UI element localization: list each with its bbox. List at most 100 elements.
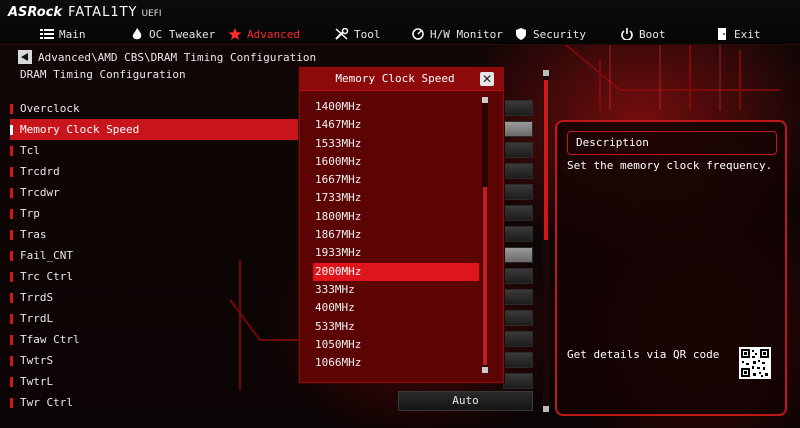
scroll-up-arrow-icon[interactable] bbox=[482, 97, 488, 103]
settings-list: Overclock Memory Clock Speed Tcl Trcdrd … bbox=[10, 98, 300, 413]
scroll-thumb[interactable] bbox=[483, 187, 487, 365]
wrench-icon bbox=[335, 28, 349, 40]
brand-suffix: UEFI bbox=[141, 9, 162, 19]
item-marker bbox=[10, 146, 13, 156]
tab-oc-tweaker[interactable]: OC Tweaker bbox=[130, 25, 215, 43]
value-box-tras[interactable] bbox=[503, 226, 533, 242]
menu-item-label: TwtrL bbox=[20, 375, 54, 388]
item-marker bbox=[10, 167, 13, 177]
menu-item-trc-ctrl[interactable]: Trc Ctrl bbox=[10, 266, 300, 287]
item-marker bbox=[10, 230, 13, 240]
menu-item-twr-ctrl[interactable]: Twr Ctrl bbox=[10, 392, 300, 413]
menu-item-tras[interactable]: Tras bbox=[10, 224, 300, 245]
item-marker bbox=[10, 188, 13, 198]
item-marker bbox=[10, 104, 13, 114]
menu-item-label: Tras bbox=[20, 228, 47, 241]
menu-item-twtrl[interactable]: TwtrL bbox=[10, 371, 300, 392]
scroll-down-arrow-icon[interactable] bbox=[543, 406, 549, 412]
value-box-trcdwr[interactable] bbox=[503, 184, 533, 200]
menu-item-trcdrd[interactable]: Trcdrd bbox=[10, 161, 300, 182]
option-item[interactable]: 1867MHz bbox=[313, 226, 479, 244]
value-box-twtrs[interactable] bbox=[503, 352, 533, 368]
tab-exit[interactable]: Exit bbox=[715, 25, 761, 43]
item-marker bbox=[10, 272, 13, 282]
option-item[interactable]: 333MHz bbox=[313, 281, 479, 299]
value-box-trp[interactable] bbox=[503, 205, 533, 221]
scroll-up-arrow-icon[interactable] bbox=[543, 70, 549, 76]
option-item[interactable]: 1933MHz bbox=[313, 244, 479, 262]
menu-item-trp[interactable]: Trp bbox=[10, 203, 300, 224]
value-box-tcl[interactable] bbox=[503, 142, 533, 158]
list-scrollbar[interactable] bbox=[543, 70, 549, 412]
back-arrow-icon[interactable] bbox=[18, 50, 32, 64]
menu-item-label: Trp bbox=[20, 207, 40, 220]
tab-tool[interactable]: Tool bbox=[335, 25, 381, 43]
tab-security-label: Security bbox=[533, 27, 586, 41]
menu-item-tfaw-ctrl[interactable]: Tfaw Ctrl bbox=[10, 329, 300, 350]
item-marker bbox=[10, 293, 13, 303]
option-list: 1400MHz 1467MHz 1533MHz 1600MHz 1667MHz … bbox=[313, 98, 479, 372]
brand-series: FATAL1TY bbox=[68, 5, 138, 20]
description-text: Set the memory clock frequency. bbox=[567, 159, 773, 172]
exit-door-icon bbox=[718, 28, 726, 40]
value-box-trcdrd[interactable] bbox=[503, 163, 533, 179]
menu-item-label: Overclock bbox=[20, 102, 80, 115]
menu-item-twtrs[interactable]: TwtrS bbox=[10, 350, 300, 371]
top-bar: ASRock FATAL1TY UEFI Main OC Tweaker Advan… bbox=[0, 0, 800, 45]
tab-hw-monitor[interactable]: H/W Monitor bbox=[411, 25, 503, 43]
scroll-thumb[interactable] bbox=[544, 80, 548, 240]
dialog-scrollbar[interactable] bbox=[482, 97, 488, 373]
option-item[interactable]: 400MHz bbox=[313, 299, 479, 317]
menu-item-tcl[interactable]: Tcl bbox=[10, 140, 300, 161]
menu-item-trrds[interactable]: TrrdS bbox=[10, 287, 300, 308]
value-box-memory-clock-speed[interactable] bbox=[503, 121, 533, 137]
item-marker bbox=[10, 356, 13, 366]
value-box-overclock[interactable] bbox=[503, 100, 533, 116]
main-nav: Main OC Tweaker Advanced Tool H/W Monito… bbox=[0, 25, 800, 43]
option-item[interactable]: 1600MHz bbox=[313, 153, 479, 171]
menu-item-label: Trc Ctrl bbox=[20, 270, 73, 283]
option-item[interactable]: 1733MHz bbox=[313, 189, 479, 207]
menu-item-label: Trcdwr bbox=[20, 186, 60, 199]
scroll-down-arrow-icon[interactable] bbox=[482, 367, 488, 373]
power-icon bbox=[621, 28, 633, 40]
menu-item-overclock[interactable]: Overclock bbox=[10, 98, 300, 119]
value-box-trc-ctrl[interactable] bbox=[503, 268, 533, 284]
menu-item-label: TrrdL bbox=[20, 312, 54, 325]
option-item-selected[interactable]: 2000MHz bbox=[313, 262, 479, 281]
option-item[interactable]: 1800MHz bbox=[313, 208, 479, 226]
menu-item-fail-cnt[interactable]: Fail_CNT bbox=[10, 245, 300, 266]
item-marker bbox=[10, 251, 13, 261]
twr-ctrl-value[interactable]: Auto bbox=[398, 391, 533, 411]
item-marker bbox=[10, 314, 13, 324]
page-title: DRAM Timing Configuration bbox=[20, 68, 186, 81]
menu-item-label: Twr Ctrl bbox=[20, 396, 73, 409]
description-panel: Description Set the memory clock frequen… bbox=[555, 120, 787, 416]
qr-code-icon[interactable] bbox=[739, 347, 771, 379]
menu-item-trcdwr[interactable]: Trcdwr bbox=[10, 182, 300, 203]
tab-main-label: Main bbox=[59, 27, 86, 41]
tab-boot[interactable]: Boot bbox=[620, 25, 666, 43]
menu-item-memory-clock-speed[interactable]: Memory Clock Speed bbox=[10, 119, 300, 140]
close-icon[interactable]: ✕ bbox=[480, 72, 494, 86]
option-item[interactable]: 533MHz bbox=[313, 318, 479, 336]
option-item[interactable]: 1467MHz bbox=[313, 116, 479, 134]
option-item[interactable]: 1533MHz bbox=[313, 135, 479, 153]
menu-item-label: Tfaw Ctrl bbox=[20, 333, 80, 346]
value-box-twtrl[interactable] bbox=[503, 373, 533, 389]
value-box-trrds[interactable] bbox=[503, 289, 533, 305]
option-item[interactable]: 1667MHz bbox=[313, 171, 479, 189]
tab-advanced[interactable]: Advanced bbox=[228, 25, 300, 43]
tab-main[interactable]: Main bbox=[40, 25, 86, 43]
option-item[interactable]: 1400MHz bbox=[313, 98, 479, 116]
item-marker bbox=[10, 398, 13, 408]
option-item[interactable]: 1050MHz bbox=[313, 336, 479, 354]
option-item[interactable]: 1066MHz bbox=[313, 354, 479, 372]
value-box-tfaw-ctrl[interactable] bbox=[503, 331, 533, 347]
item-marker bbox=[10, 335, 13, 345]
value-box-trrdl[interactable] bbox=[503, 310, 533, 326]
menu-item-label: TwtrS bbox=[20, 354, 54, 367]
menu-item-trrdl[interactable]: TrrdL bbox=[10, 308, 300, 329]
tab-security[interactable]: Security bbox=[514, 25, 586, 43]
value-box-fail-cnt[interactable] bbox=[503, 247, 533, 263]
